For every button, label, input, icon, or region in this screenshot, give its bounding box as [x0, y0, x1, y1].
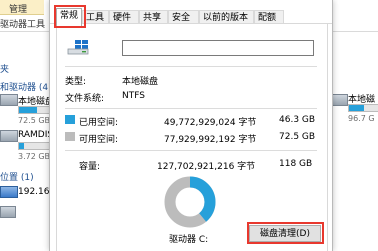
drive-properties-dialog: 常规 工具 硬件 共享 安全 以前的版本 配额 类型: 本地磁盘 文件系统: N…: [49, 0, 333, 251]
drive-name: RAMDIS: [18, 130, 54, 140]
drive-free-space: 3.72 GB: [18, 152, 51, 161]
disk-cleanup-button[interactable]: 磁盘清理(D): [249, 225, 321, 242]
free-space-swatch: [65, 132, 75, 141]
capacity-label: 容量:: [79, 162, 101, 172]
used-space-swatch: [65, 115, 75, 124]
tab-tools[interactable]: 工具: [82, 10, 109, 24]
hard-drive-icon: [0, 94, 18, 106]
used-space-size: 46.3 GB: [279, 115, 316, 125]
ribbon-tab-manage-label: 管理: [9, 5, 28, 15]
network-icon: [0, 206, 16, 218]
capacity-bytes: 127,702,921,216 字节: [157, 162, 256, 172]
drive-free-space: 72.5 GB: [18, 116, 51, 125]
free-space-label: 可用空间:: [79, 135, 119, 145]
divider: [65, 150, 317, 151]
nav-quick-access[interactable]: 夹: [0, 62, 9, 75]
drive-usage-bar: [348, 104, 378, 112]
nav-devices-group[interactable]: 和驱动器 (4): [0, 80, 52, 93]
drive-name-input[interactable]: [122, 40, 314, 56]
free-space-size: 72.5 GB: [279, 132, 316, 142]
free-space-bytes: 77,929,992,192 字节: [164, 135, 257, 145]
general-panel: 类型: 本地磁盘 文件系统: NTFS 已用空间: 49,772,929,024…: [56, 24, 328, 251]
divider: [65, 66, 317, 67]
tab-hardware[interactable]: 硬件: [109, 10, 139, 24]
tab-general[interactable]: 常规: [56, 8, 82, 26]
tab-strip: 常规 工具 硬件 共享 安全 以前的版本 配额: [50, 6, 332, 26]
drive-letter-label: 驱动器 C:: [169, 235, 209, 245]
tab-security[interactable]: 安全: [168, 10, 199, 24]
tab-quota[interactable]: 配额: [254, 10, 284, 24]
used-space-bytes: 49,772,929,024 字节: [164, 118, 257, 128]
filesystem-label: 文件系统:: [65, 94, 105, 104]
tab-sharing[interactable]: 共享: [139, 10, 168, 24]
drive-free-space: 96.7 G: [348, 114, 375, 123]
ribbon-subtitle-label: 驱动器工具: [0, 20, 46, 30]
type-label: 类型:: [65, 77, 87, 87]
drive-item-right[interactable]: 本地磁 96.7 G: [332, 92, 378, 132]
local-disk-icon: [67, 40, 89, 55]
network-drive-icon: [0, 186, 18, 198]
nav-network-location[interactable]: 位置 (1): [0, 170, 34, 183]
capacity-size: 118 GB: [279, 159, 313, 169]
used-space-label: 已用空间:: [79, 118, 119, 128]
usage-donut-chart: [164, 176, 216, 228]
hard-drive-icon: [332, 94, 348, 106]
tab-previous-versions[interactable]: 以前的版本: [199, 10, 254, 24]
ribbon-tab-manage[interactable]: 管理: [0, 0, 44, 15]
type-value: 本地磁盘: [122, 77, 159, 87]
hard-drive-icon: [0, 130, 18, 142]
filesystem-value: NTFS: [122, 91, 145, 101]
divider: [65, 108, 317, 109]
